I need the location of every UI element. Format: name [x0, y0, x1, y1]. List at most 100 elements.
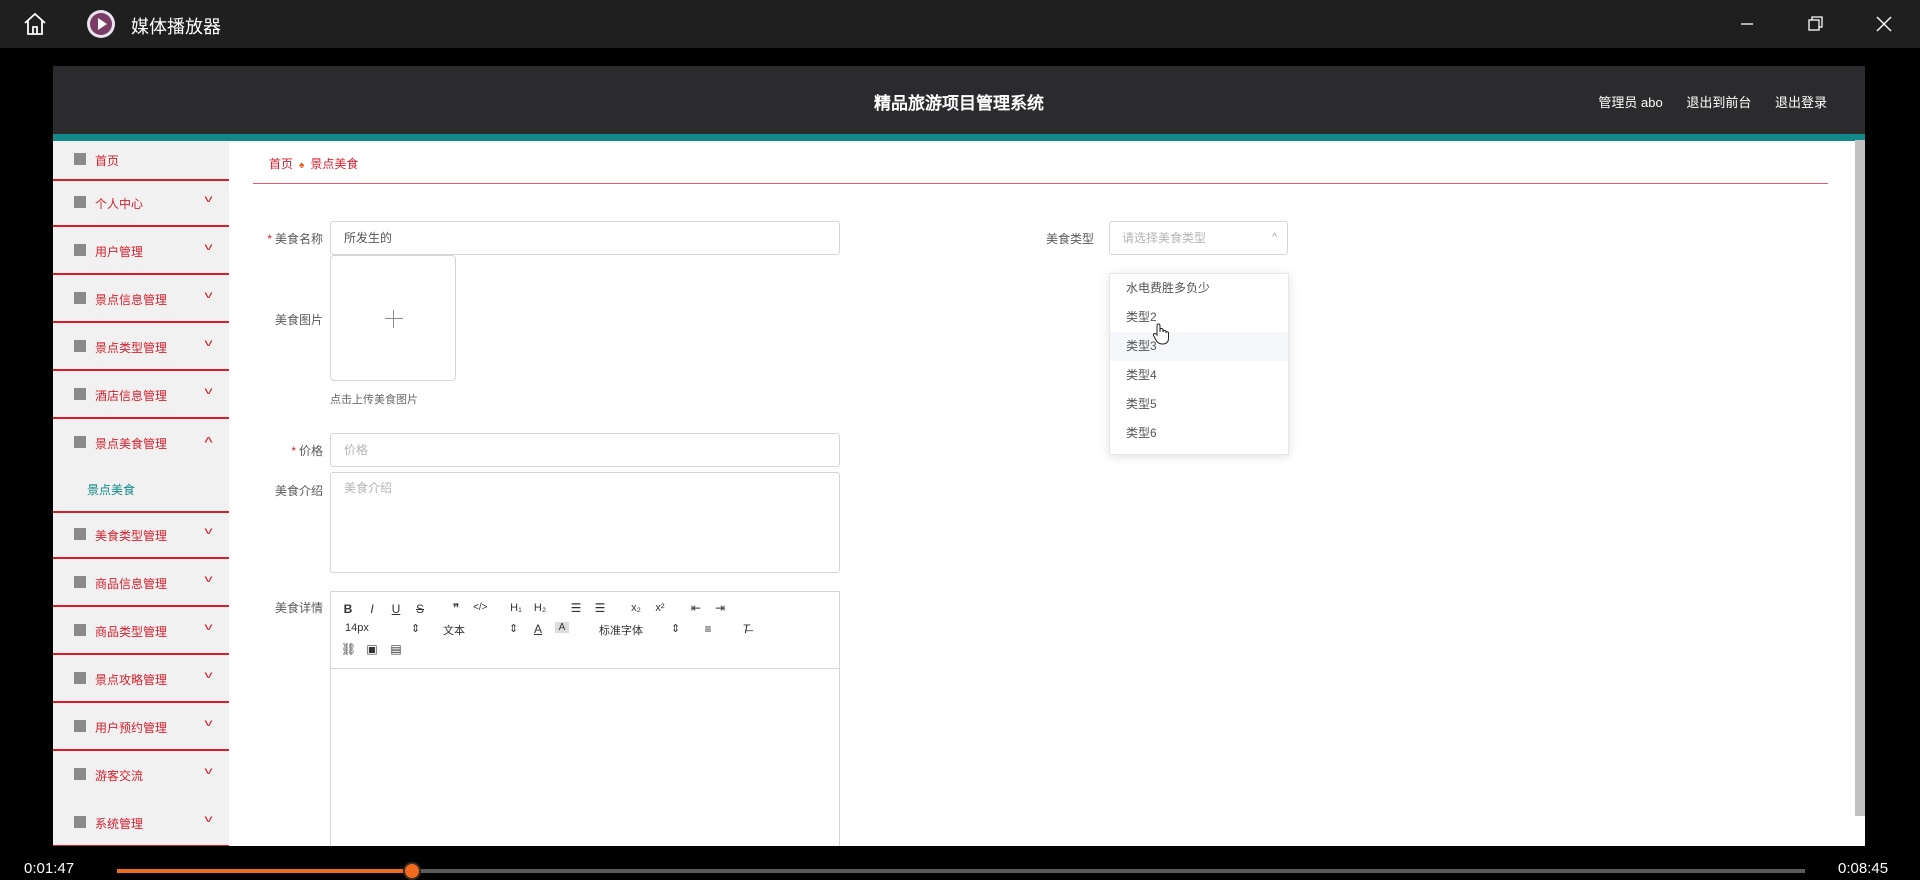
user-label: 管理员 abo	[1598, 95, 1663, 110]
media-player-logo	[87, 10, 115, 38]
sidebar-item-system[interactable]: 系统管理 v	[53, 801, 229, 846]
sidebar-item-food[interactable]: 景点美食管理 v 景点美食	[53, 421, 229, 513]
chevron-down-icon: v	[204, 194, 213, 205]
bullet-list-icon[interactable]: ☰	[593, 601, 607, 615]
underline-icon[interactable]: U	[389, 602, 403, 616]
font-size-select[interactable]: 14px	[345, 622, 369, 634]
briefcase-icon	[74, 768, 86, 780]
intro-textarea[interactable]: 美食介绍	[330, 472, 840, 573]
bold-icon[interactable]: B	[341, 602, 355, 616]
hand-cursor-icon	[1152, 323, 1169, 345]
image-upload[interactable]	[330, 255, 456, 381]
chevron-down-icon: v	[204, 338, 213, 349]
indent-icon[interactable]: ⇥	[713, 601, 727, 615]
select-arrows-icon: ⇕	[671, 623, 681, 635]
sidebar-item-users[interactable]: 用户管理 v	[53, 229, 229, 275]
close-icon[interactable]	[1872, 12, 1896, 36]
logout-link[interactable]: 退出登录	[1775, 95, 1827, 110]
sidebar-subitem-food[interactable]: 景点美食	[87, 481, 135, 498]
chevron-down-icon: v	[204, 718, 213, 729]
chevron-down-icon: v	[204, 386, 213, 397]
quote-icon[interactable]: ❞	[449, 601, 463, 615]
breadcrumb-divider	[253, 183, 1828, 184]
home-icon[interactable]	[22, 11, 48, 37]
clock-icon	[74, 576, 86, 588]
rich-text-editor[interactable]: B I U S ❞ </> H₁ H₂ ☰ ☰ x₂ x² ⇤ ⇥ 14px ⇕…	[330, 591, 840, 846]
clear-format-icon[interactable]: T̶	[739, 622, 753, 636]
compass-icon	[74, 816, 86, 828]
editor-toolbar: B I U S ❞ </> H₁ H₂ ☰ ☰ x₂ x² ⇤ ⇥ 14px ⇕…	[331, 592, 839, 669]
name-label: * 美食名称	[267, 232, 323, 246]
mic-icon	[74, 528, 86, 540]
image-label: 美食图片	[274, 313, 323, 327]
sliders-icon	[74, 244, 86, 256]
sidebar: 首页 个人中心 v 用户管理 v 景点信息管理 v 景点类型管理 v 酒店信息管…	[53, 141, 229, 846]
name-input[interactable]: 所发生的	[330, 221, 840, 255]
restore-icon[interactable]	[1803, 12, 1827, 36]
seek-thumb[interactable]	[403, 862, 421, 880]
image-icon	[74, 436, 86, 448]
price-input[interactable]: 价格	[330, 433, 840, 467]
type-select[interactable]: 请选择美食类型 ^	[1109, 221, 1288, 255]
intro-label: 美食介绍	[274, 484, 323, 498]
plus-icon	[385, 318, 403, 319]
total-time: 0:08:45	[1838, 860, 1889, 877]
sidebar-item-booking[interactable]: 用户预约管理 v	[53, 705, 229, 751]
bg-color-icon[interactable]: A	[555, 622, 569, 633]
code-icon[interactable]: </>	[473, 602, 487, 613]
chevron-down-icon: v	[204, 814, 213, 825]
grid-icon	[74, 340, 86, 352]
type-label: 美食类型	[1045, 232, 1094, 246]
chevron-up-icon: ^	[1272, 232, 1277, 243]
type-dropdown: 水电费胜多负少 类型2 类型3 类型4 类型5 类型6	[1109, 273, 1289, 455]
video-icon[interactable]: ▤	[389, 642, 403, 656]
superscript-icon[interactable]: x²	[653, 602, 667, 614]
h2-icon[interactable]: H₂	[533, 602, 547, 614]
sidebar-item-goods-type[interactable]: 商品类型管理 v	[53, 609, 229, 655]
chevron-down-icon: v	[204, 766, 213, 777]
sidebar-item-forum[interactable]: 游客交流 v	[53, 753, 229, 799]
breadcrumb-home[interactable]: 首页	[269, 157, 293, 171]
sidebar-item-profile[interactable]: 个人中心 v	[53, 181, 229, 227]
link-icon[interactable]: ⛓	[341, 642, 356, 656]
leaf-icon: ♠	[299, 160, 305, 171]
chevron-up-icon: v	[204, 434, 213, 445]
phone-icon	[74, 720, 86, 732]
align-icon[interactable]: ≡	[701, 622, 715, 636]
header-select[interactable]: 文本	[443, 622, 465, 638]
minimize-icon[interactable]	[1735, 12, 1759, 36]
italic-icon[interactable]: I	[365, 602, 379, 616]
font-family-select[interactable]: 标准字体	[599, 622, 643, 638]
front-link[interactable]: 退出到前台	[1686, 95, 1751, 110]
sidebar-item-food-type[interactable]: 美食类型管理 v	[53, 513, 229, 559]
bar-icon	[74, 292, 86, 304]
image-icon[interactable]: ▣	[365, 642, 379, 656]
dropdown-option[interactable]: 水电费胜多负少	[1110, 274, 1288, 303]
subscript-icon[interactable]: x₂	[629, 602, 643, 614]
sidebar-item-spot-type[interactable]: 景点类型管理 v	[53, 325, 229, 371]
strike-icon[interactable]: S	[413, 602, 427, 616]
sidebar-item-goods[interactable]: 商品信息管理 v	[53, 561, 229, 607]
dropdown-option[interactable]: 类型6	[1110, 419, 1288, 448]
price-label: * 价格	[291, 444, 323, 458]
chevron-down-icon: v	[204, 622, 213, 633]
outdent-icon[interactable]: ⇤	[689, 601, 703, 615]
text-color-icon[interactable]: A	[531, 622, 545, 636]
sidebar-item-home[interactable]: 首页	[53, 141, 229, 181]
h1-icon[interactable]: H₁	[509, 602, 523, 614]
dropdown-option[interactable]: 类型3	[1110, 332, 1288, 361]
upload-hint: 点击上传美食图片	[330, 394, 418, 406]
page-scrollbar[interactable]	[1855, 140, 1865, 816]
app-header: 精品旅游项目管理系统 管理员 abo 退出到前台 退出登录	[53, 66, 1865, 134]
detail-label: 美食详情	[274, 601, 323, 615]
user-icon	[74, 196, 86, 208]
dropdown-option[interactable]: 类型5	[1110, 390, 1288, 419]
dropdown-option[interactable]: 类型4	[1110, 361, 1288, 390]
chevron-down-icon: v	[204, 290, 213, 301]
sidebar-item-spot-info[interactable]: 景点信息管理 v	[53, 277, 229, 323]
chevron-down-icon: v	[204, 670, 213, 681]
dropdown-option[interactable]: 类型2	[1110, 303, 1288, 332]
sidebar-item-guide[interactable]: 景点攻略管理 v	[53, 657, 229, 703]
sidebar-item-hotel[interactable]: 酒店信息管理 v	[53, 373, 229, 419]
ordered-list-icon[interactable]: ☰	[569, 601, 583, 615]
